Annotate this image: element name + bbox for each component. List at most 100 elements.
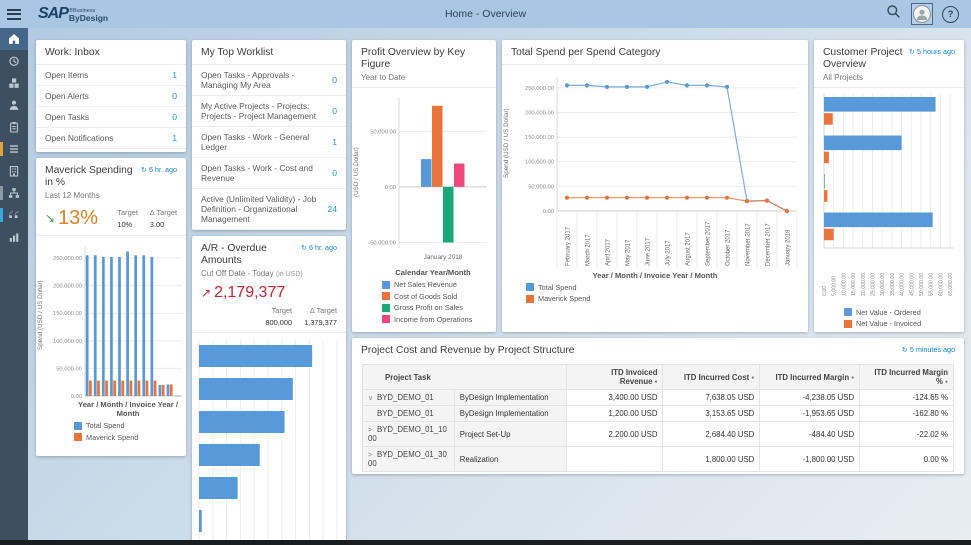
measure-indicator-icon: ● <box>751 375 754 381</box>
worklist-item[interactable]: Published Catalogs - Product Catalogs - … <box>192 229 346 230</box>
navigation-sidebar <box>0 28 28 540</box>
refresh-icon: ↻ <box>909 47 915 56</box>
svg-text:March 2017: March 2017 <box>586 234 592 266</box>
svg-text:150,000.00: 150,000.00 <box>53 311 82 317</box>
worklists-indicator <box>0 142 3 156</box>
expand-icon[interactable]: ∨ <box>368 394 377 402</box>
expand-icon[interactable]: > <box>368 427 377 434</box>
count-link[interactable]: 0 <box>172 112 177 122</box>
svg-text:65,000.00: 65,000.00 <box>948 273 954 296</box>
legend-item: Gross Profit on Sales <box>382 303 496 312</box>
help-icon[interactable]: ? <box>942 6 959 23</box>
chart-legend: Total Spend Maverick Spend <box>74 421 186 442</box>
total-spend-chart: 0.0050,000.00100,000.00150,000.00200,000… <box>513 69 805 271</box>
svg-text:30,000.00: 30,000.00 <box>880 273 886 296</box>
sidebar-item-people[interactable] <box>0 94 28 116</box>
list-icon <box>8 143 20 155</box>
sidebar-item-history[interactable] <box>0 50 28 72</box>
inbox-row-open-alerts[interactable]: Open Alerts0 <box>36 85 186 106</box>
refresh-label[interactable]: ↻ 5 hours ago <box>909 47 955 56</box>
sidebar-item-feed[interactable] <box>0 204 28 226</box>
svg-text:250,000.00: 250,000.00 <box>525 86 554 92</box>
search-icon[interactable] <box>886 4 902 25</box>
refresh-label[interactable]: ↻ 6 hr. ago <box>141 165 177 174</box>
col-itd-incurred-margin[interactable]: ITD Incurred Margin● <box>760 365 860 390</box>
svg-text:January 2018: January 2018 <box>424 254 463 261</box>
refresh-icon: ↻ <box>902 345 908 354</box>
sidebar-item-purchasing[interactable] <box>0 72 28 94</box>
refresh-label[interactable]: ↻ 6 hr. ago <box>301 243 337 252</box>
expand-icon[interactable]: > <box>368 452 377 459</box>
target-block: TargetΔ Target 10%3.00 <box>117 208 177 229</box>
svg-text:0.00: 0.00 <box>822 286 828 296</box>
svg-text:40,000.00: 40,000.00 <box>900 273 906 296</box>
sidebar-item-home[interactable] <box>0 28 28 50</box>
svg-text:0.00: 0.00 <box>543 209 554 215</box>
inbox-row-open-clarifications[interactable]: Open Clarifications0 <box>36 148 186 152</box>
sidebar-item-tasks[interactable] <box>0 116 28 138</box>
svg-text:200,000.00: 200,000.00 <box>53 284 82 290</box>
inbox-row-open-items[interactable]: Open Items1 <box>36 65 186 85</box>
svg-text:25,000.00: 25,000.00 <box>871 273 877 296</box>
home-icon <box>8 33 20 45</box>
inbox-row-open-tasks[interactable]: Open Tasks0 <box>36 106 186 127</box>
card-title: Work: Inbox <box>45 47 100 59</box>
svg-text:October 2017: October 2017 <box>726 229 732 266</box>
clipboard-icon <box>8 121 20 133</box>
svg-text:50,000.00: 50,000.00 <box>528 184 554 190</box>
count-link[interactable]: 1 <box>332 137 337 147</box>
card-title: Profit Overview by Key Figure <box>361 47 487 71</box>
svg-text:150,000.00: 150,000.00 <box>525 135 554 141</box>
ar-overdue-card: A/R - Overdue Amounts ↻ 6 hr. ago Cut Of… <box>192 236 346 545</box>
chart-legend: Total SpendMaverick Spend <box>526 283 808 304</box>
inbox-row-open-notifications[interactable]: Open Notifications1 <box>36 127 186 148</box>
page-title: Home - Overview <box>0 8 971 20</box>
count-link[interactable]: 0 <box>332 168 337 178</box>
card-title: Project Cost and Revenue by Project Stru… <box>361 345 574 357</box>
col-itd-incurred-cost[interactable]: ITD Incurred Cost● <box>663 365 760 390</box>
bar-chart-icon <box>8 231 20 243</box>
sidebar-item-worklists[interactable] <box>0 138 28 160</box>
sidebar-item-analytics[interactable] <box>0 226 28 248</box>
maverick-kpi: ↘13% <box>45 208 98 228</box>
boxes-icon <box>8 77 20 89</box>
count-link[interactable]: 0 <box>332 75 337 85</box>
count-link[interactable]: 0 <box>332 106 337 116</box>
count-link[interactable]: 0 <box>172 91 177 101</box>
project-cost-revenue-card: Project Cost and Revenue by Project Stru… <box>352 338 964 474</box>
col-itd-invoiced-revenue[interactable]: ITD Invoiced Revenue● <box>566 365 663 390</box>
col-itd-incurred-margin-pct[interactable]: ITD Incurred Margin %● <box>860 365 954 390</box>
legend-item: Total Spend <box>74 421 186 430</box>
count-link[interactable]: 24 <box>327 204 337 214</box>
worklist-item[interactable]: Open Tasks - Approvals - Managing My Are… <box>192 65 346 95</box>
sidebar-item-org-structure[interactable] <box>0 182 28 204</box>
worklist-item[interactable]: Open Tasks - Work - Cost and Revenue0 <box>192 157 346 188</box>
table-row[interactable]: ∨BYD_DEMO_01 ByDesign Implementation 3,4… <box>363 390 954 406</box>
count-link[interactable]: 1 <box>172 70 177 80</box>
col-project-task[interactable]: Project Task <box>363 365 567 390</box>
svg-text:-50,000.00: -50,000.00 <box>368 240 396 246</box>
svg-text:60,000.00: 60,000.00 <box>938 273 944 296</box>
table-row[interactable]: BYD_DEMO_01 ByDesign Implementation 1,20… <box>363 406 954 422</box>
y-axis-label: (USD / US Dollar) <box>352 92 363 252</box>
legend-item: Maverick Spend <box>74 433 186 442</box>
worklist-item[interactable]: My Active Projects - Projects: Projects … <box>192 95 346 126</box>
user-avatar[interactable] <box>911 3 933 25</box>
count-link[interactable]: 1 <box>172 133 177 143</box>
profit-overview-chart: -50,000.000.0050,000.00January 2018 <box>363 92 493 268</box>
worklist-item[interactable]: Active (Unlimited Validity) - Job Defini… <box>192 188 346 229</box>
svg-text:45,000.00: 45,000.00 <box>909 273 915 296</box>
legend-item: Income from Operations <box>382 315 496 324</box>
measure-indicator-icon: ● <box>654 379 657 385</box>
measure-indicator-icon: ● <box>945 379 948 385</box>
svg-text:200,000.00: 200,000.00 <box>525 110 554 116</box>
sidebar-item-company[interactable] <box>0 160 28 182</box>
worklist-item[interactable]: Open Tasks - Work - General Ledger1 <box>192 126 346 157</box>
table-row[interactable]: >BYD_DEMO_01_1000 Project Set-Up 2,200.0… <box>363 422 954 447</box>
feed-indicator <box>0 208 3 222</box>
refresh-label[interactable]: ↻ 5 minutes ago <box>902 345 955 354</box>
refresh-icon: ↻ <box>141 165 147 174</box>
table-row[interactable]: >BYD_DEMO_01_3000 Realization 1,800.00 U… <box>363 447 954 472</box>
work-inbox-card: Work: Inbox Open Items1 Open Alerts0 Ope… <box>36 40 186 152</box>
svg-text:July 2017: July 2017 <box>666 240 672 266</box>
